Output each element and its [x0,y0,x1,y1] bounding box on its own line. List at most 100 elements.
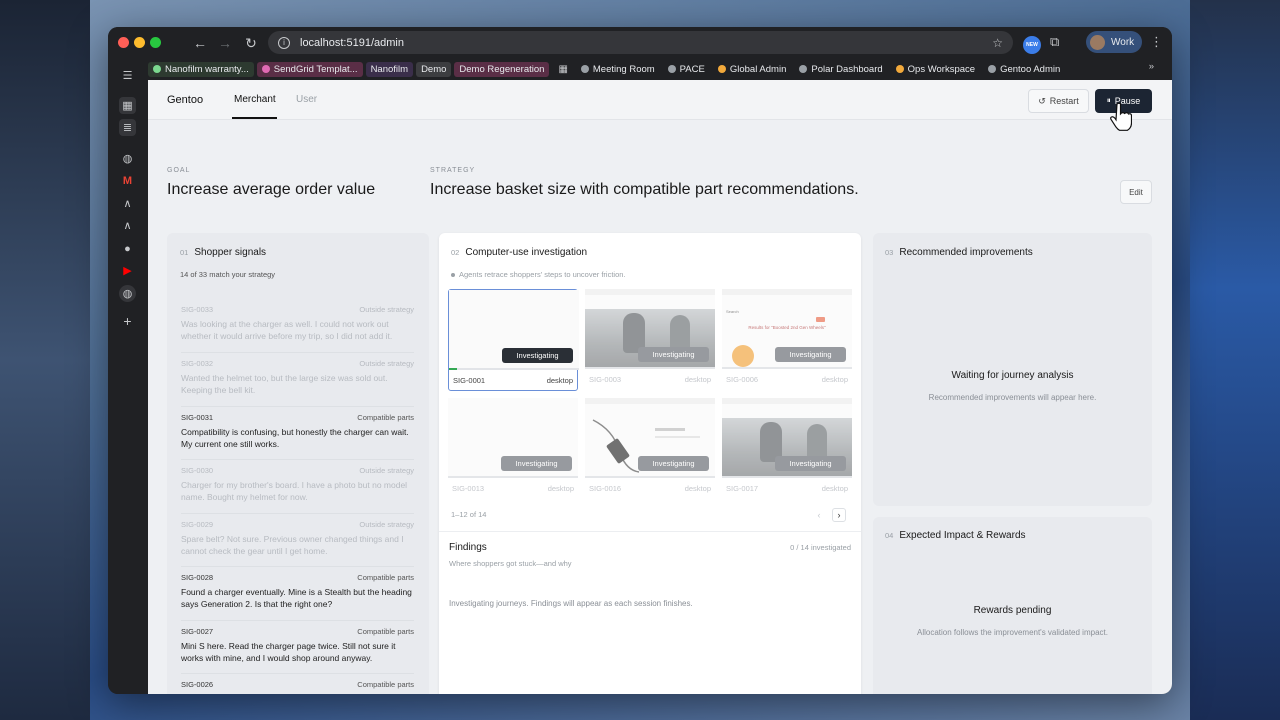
improvements-empty-title: Waiting for journey analysis [951,370,1074,381]
maximize-window-button[interactable] [150,37,161,48]
github-icon[interactable]: ● [119,240,136,257]
tab-groups-icon[interactable]: ▦ [558,64,567,75]
reload-icon[interactable]: ↻ [241,33,261,53]
session-device: desktop [684,375,711,384]
divider [439,531,861,532]
session-id: SIG-0001 [453,376,486,385]
bookmark-item[interactable]: Meeting Room [576,62,660,77]
profile-button[interactable]: Work [1086,31,1142,53]
bookmark-label: Demo [421,63,447,75]
site-info-icon[interactable]: i [278,36,290,49]
forward-arrow-icon[interactable]: → [215,33,235,53]
bookmark-item[interactable]: Nanofilm [365,61,414,77]
session-card[interactable]: Investigating SIG-0013 desktop [448,398,578,500]
analytics-alt-icon[interactable]: ∧ [119,217,136,234]
signal-text: Wanted the helmet too, but the large siz… [181,373,388,395]
session-device: desktop [821,484,848,493]
session-id: SIG-0017 [726,484,759,493]
tab-user[interactable]: User [296,94,317,105]
session-progress-track [585,476,715,478]
signal-text: Compatibility is confusing, but honestly… [181,427,409,449]
bookmark-favicon-icon [799,65,808,73]
session-card[interactable]: Investigating SIG-0003 desktop [585,289,715,391]
signal-text: Found a charger eventually. Mine is a St… [181,587,412,609]
divider [181,566,414,567]
bookmark-item[interactable]: Demo Regeneration [454,61,550,77]
signal-row[interactable]: SIG-0028 Compatible parts Found a charger … [181,573,414,610]
bookmark-favicon-icon [153,65,161,73]
signal-tag: Outside strategy [359,305,414,314]
close-window-button[interactable] [118,37,129,48]
globe-icon[interactable]: ◍ [119,150,136,167]
bookmark-label: Nanofilm warranty... [165,63,249,75]
analytics-icon[interactable]: ∧ [119,195,136,212]
globe-alt-icon[interactable]: ◍ [119,285,136,302]
tab-merchant[interactable]: Merchant [234,94,276,105]
signal-text: Charger for my brother's board. I have a… [181,480,408,502]
minimize-window-button[interactable] [134,37,145,48]
browser-window: ← → ↻ i localhost:5191/admin ☆ NEW ⧉ Wor… [108,27,1172,694]
signal-text: GTR, Stoke, Hadean... which charger is f… [181,693,414,694]
bookmark-item[interactable]: PACE [663,62,710,77]
bookmark-item[interactable]: Nanofilm warranty... [148,61,254,77]
youtube-icon[interactable]: ▶ [119,262,136,279]
impact-empty-title: Rewards pending [973,605,1052,616]
goal-text: Increase average order value [167,181,376,198]
signal-row[interactable]: SIG-0031 Compatible parts Compatibility is… [181,413,414,450]
hand-cursor-icon [1110,102,1132,131]
bookmark-item[interactable]: Gentoo Admin [983,62,1065,77]
bookmark-item[interactable]: Demo [416,61,452,77]
menu-lines-icon[interactable]: ☰ [119,67,136,84]
goal-label: GOAL [167,167,191,174]
bookmark-item[interactable]: Polar Dashboard [794,62,887,77]
prev-page-button[interactable]: ‹ [812,508,826,522]
new-badge-icon[interactable]: NEW [1023,36,1041,54]
session-card[interactable]: Investigating SIG-0001 desktop [448,289,579,391]
add-icon[interactable]: + [119,312,136,329]
extensions-icon[interactable]: ⧉ [1050,34,1059,50]
panel-title: Expected Impact & Rewards [899,530,1026,541]
signal-row[interactable]: SIG-0032 Outside strategy Wanted the helme… [181,359,414,396]
search-list-icon[interactable]: ≣ [119,119,136,136]
signal-row[interactable]: SIG-0026Compatible partsGTR, Stoke, Hade… [181,680,414,694]
status-badge: Investigating [501,456,572,471]
edit-strategy-button[interactable]: Edit [1120,180,1152,204]
signal-row[interactable]: SIG-0030 Outside strategy Charger for my b… [181,466,414,503]
back-arrow-icon[interactable]: ← [190,33,210,53]
session-progress-track [722,476,852,478]
bookmark-item[interactable]: SendGrid Templat... [256,61,363,77]
status-badge: Investigating [638,347,709,362]
status-badge: Investigating [775,456,846,471]
improvements-panel: 03 Recommended improvements Waiting for … [873,233,1152,506]
session-card[interactable]: Search Results for "Boosted 2nd Gen Wheel… [722,289,852,391]
investigation-panel: 02 Computer-use investigation Agents ret… [439,233,861,694]
bookmark-star-icon[interactable]: ☆ [992,36,1003,50]
bookmark-item[interactable]: Ops Workspace [891,62,980,77]
gmail-icon[interactable]: M [119,172,136,189]
signal-row[interactable]: SIG-0027 Compatible parts Mini S here. Rea… [181,627,414,664]
grid-icon[interactable]: ▦ [119,97,136,114]
session-card[interactable]: Investigating SIG-0017 desktop [722,398,852,500]
signal-row[interactable]: SIG-0029 Outside strategy Spare belt? Not … [181,520,414,557]
panel-number: 03 [885,248,894,257]
status-badge: Investigating [638,456,709,471]
signal-tag: Outside strategy [359,359,414,368]
session-device: desktop [547,484,574,493]
session-id: SIG-0013 [452,484,485,493]
impact-panel: 04 Expected Impact & Rewards Rewards pen… [873,517,1152,694]
next-page-button[interactable]: › [832,508,846,522]
bookmark-label: Nanofilm [370,63,409,75]
restart-button[interactable]: ↺ Restart [1028,89,1089,113]
bookmark-label: PACE [679,63,705,75]
session-device: desktop [821,375,848,384]
browser-menu-icon[interactable]: ⋮ [1150,34,1163,50]
investigation-subtitle: Agents retrace shoppers' steps to uncove… [459,270,626,279]
divider [181,673,414,674]
more-bookmarks-icon[interactable]: » [1149,61,1154,72]
session-card[interactable]: Investigating SIG-0016 desktop [585,398,715,500]
signal-row[interactable]: SIG-0033 Outside strategy Was looking at t… [181,305,414,342]
address-bar[interactable]: i localhost:5191/admin ☆ [268,31,1013,54]
bookmark-item[interactable]: Global Admin [713,62,792,77]
panel-number: 01 [180,248,189,257]
session-device: desktop [546,376,573,385]
